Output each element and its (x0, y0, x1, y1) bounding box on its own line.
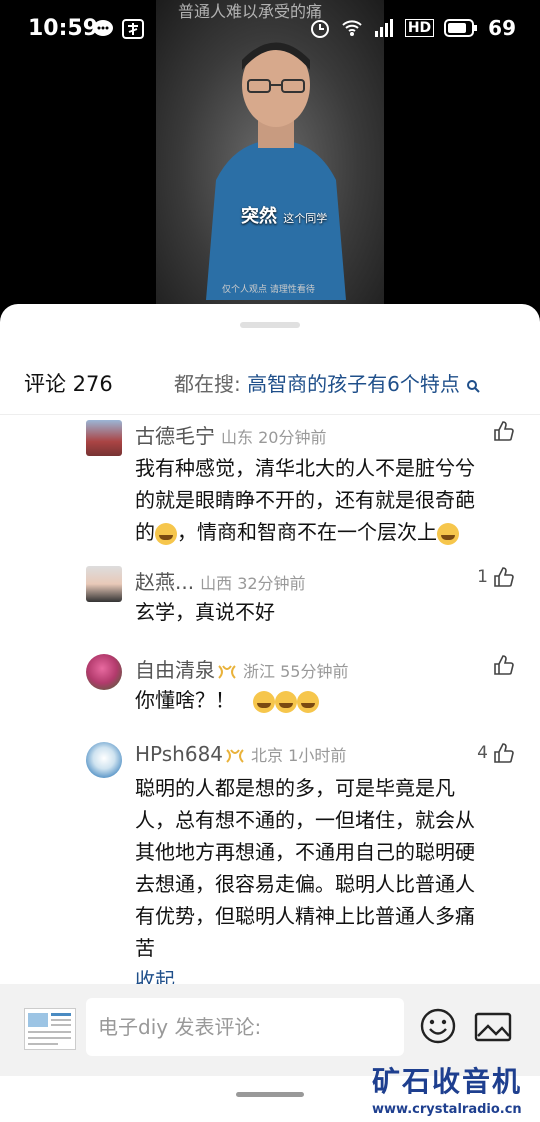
image-icon[interactable] (474, 1012, 512, 1042)
notification-icons (92, 18, 144, 40)
search-query-link[interactable]: 高智商的孩子有6个特点 (247, 372, 460, 396)
thumbs-up-icon (494, 655, 514, 675)
like-button[interactable]: 1 (477, 566, 514, 588)
timestamp: 20分钟前 (258, 428, 327, 447)
location: 浙江 (243, 662, 276, 681)
crying-laughing-emoji-icon (297, 690, 320, 713)
comment-user-line: HPsh684 北京 1小时前 (135, 742, 346, 766)
thumbs-up-icon (494, 743, 514, 763)
like-count: 1 (477, 567, 488, 587)
comment-meta: 北京 1小时前 (251, 746, 346, 765)
thumbnail-image-icon (28, 1013, 71, 1045)
watermark: 矿石收音机 www.crystalradio.cn (372, 1060, 540, 1117)
avatar[interactable] (86, 566, 122, 602)
crying-laughing-emoji-icon (155, 522, 177, 545)
alarm-icon (310, 20, 329, 38)
pay-icon (122, 19, 144, 39)
watermark-url: www.crystalradio.cn (372, 1102, 522, 1117)
comment-user-line: 自由清泉 浙江 55分钟前 (135, 654, 348, 683)
comment-text: 玄学，真说不好 (135, 600, 275, 624)
subtitle-secondary: 这个同学 (283, 212, 328, 225)
hd-label: HD (404, 19, 435, 37)
comment-user-line: 古德毛宁 山东 20分钟前 (135, 420, 326, 449)
home-indicator[interactable] (236, 1092, 304, 1097)
thumbs-up-icon (494, 567, 514, 587)
like-button[interactable] (488, 420, 514, 442)
status-bar: 10:59 HD 69 (0, 0, 540, 60)
comment-fragment: 你懂啥？！ (135, 688, 235, 712)
comment-meta: 山西 32分钟前 (200, 574, 305, 593)
battery-icon (444, 19, 478, 37)
wifi-icon (342, 20, 362, 36)
comment-line: 我有种感觉，清华北大的人不是脏兮兮 (135, 456, 475, 480)
vip-badge-icon (218, 664, 236, 679)
like-count: 4 (477, 743, 488, 763)
crying-laughing-emoji-icon (275, 690, 298, 713)
crying-laughing-emoji-icon (437, 522, 459, 545)
location: 山东 (221, 428, 254, 447)
comment-line: 去想通，很容易走偏。聪明人比普通人 (135, 872, 475, 896)
comment-text: 聪明的人都是想的多，可是毕竟是凡 人，总有想不通的，一但堵住，就会从 其他地方再… (135, 772, 520, 996)
comment-line: 人，总有想不通的，一但堵住，就会从 (135, 808, 475, 832)
thumbs-up-icon (494, 421, 514, 441)
crying-laughing-emoji-icon (253, 690, 276, 713)
comment-user-line: 赵燕... 山西 32分钟前 (135, 566, 306, 595)
timestamp: 55分钟前 (280, 662, 349, 681)
comment-text: 我有种感觉，清华北大的人不是脏兮兮 的就是眼睛睁不开的，还有就是很奇葩 的 ，情商… (135, 452, 520, 548)
comment-fragment: 的 (135, 520, 155, 544)
trending-search[interactable]: 都在搜: 高智商的孩子有6个特点 (174, 368, 480, 397)
emoji-icon[interactable] (420, 1008, 456, 1044)
subtitle-main: 突然 (241, 206, 277, 227)
comment-meta: 山东 20分钟前 (221, 428, 326, 447)
search-prefix: 都在搜: (174, 372, 241, 396)
timestamp: 32分钟前 (237, 574, 306, 593)
comment-line: 的就是眼睛睁不开的，还有就是很奇葩 (135, 488, 475, 512)
video-disclaimer: 仅个人观点 请理性看待 (222, 285, 315, 295)
status-time: 10:59 (28, 16, 99, 41)
timestamp: 1小时前 (288, 746, 347, 765)
username[interactable]: 赵燕... (135, 570, 194, 594)
avatar[interactable] (86, 420, 122, 456)
like-button[interactable]: 4 (477, 742, 514, 764)
comment-line: 聪明的人都是想的多，可是毕竟是凡 (135, 776, 455, 800)
chat-bubble-icon (93, 20, 113, 36)
comment-meta: 浙江 55分钟前 (243, 662, 348, 681)
comment-fragment: ，情商和智商不在一个层次上 (177, 520, 437, 544)
vip-badge-icon (226, 748, 244, 763)
video-person-figure (206, 42, 346, 300)
location: 北京 (251, 746, 284, 765)
comment-input[interactable]: 电子diy 发表评论: (86, 998, 404, 1056)
like-button[interactable] (488, 654, 514, 676)
location: 山西 (200, 574, 233, 593)
watermark-name: 矿石收音机 (372, 1065, 523, 1098)
comment-text: 你懂啥？！ (135, 684, 520, 716)
username[interactable]: 自由清泉 (135, 658, 215, 682)
user-thumbnail[interactable] (24, 1008, 76, 1050)
system-icons: HD 69 (309, 16, 516, 40)
username[interactable]: 古德毛宁 (135, 424, 215, 448)
search-icon (467, 379, 480, 393)
avatar[interactable] (86, 742, 122, 778)
comment-header: 评论 276 都在搜: 高智商的孩子有6个特点 (0, 354, 540, 415)
video-subtitle: 突然 这个同学 (241, 202, 327, 228)
username[interactable]: HPsh684 (135, 742, 223, 766)
signal-icon (374, 19, 393, 37)
comment-line: 苦 (135, 936, 155, 960)
drag-handle[interactable] (240, 322, 300, 328)
comment-line: 有优势，但聪明人精神上比普通人多痛 (135, 904, 475, 928)
comment-sheet: 评论 276 都在搜: 高智商的孩子有6个特点 古德毛宁 山东 20分钟前 我有种… (0, 304, 540, 1122)
battery-level: 69 (488, 16, 516, 40)
comment-line: 的 ，情商和智商不在一个层次上 (135, 516, 520, 548)
avatar[interactable] (86, 654, 122, 690)
comment-count: 评论 276 (24, 372, 113, 396)
comment-line: 其他地方再想通，不通用自己的聪明硬 (135, 840, 475, 864)
